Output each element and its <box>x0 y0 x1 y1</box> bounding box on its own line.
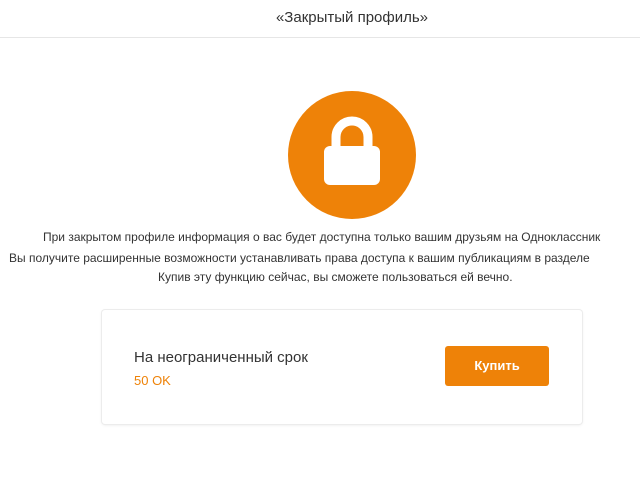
info-text-line-3: Купив эту функцию сейчас, вы сможете пол… <box>158 270 513 284</box>
offer-card: На неограниченный срок 50 OK Купить <box>102 310 582 424</box>
buy-button[interactable]: Купить <box>445 346 549 386</box>
header: «Закрытый профиль» <box>0 0 640 38</box>
lock-icon <box>324 116 380 185</box>
page: «Закрытый профиль» При закрытом профиле … <box>0 0 640 492</box>
offer-price: 50 OK <box>134 373 171 388</box>
page-title: «Закрытый профиль» <box>275 9 429 26</box>
offer-term: На неограниченный срок <box>134 349 308 366</box>
info-text-line-2: Вы получите расширенные возможности уста… <box>9 251 590 265</box>
info-text-line-1: При закрытом профиле информация о вас бу… <box>43 230 601 244</box>
lock-badge <box>288 91 416 219</box>
